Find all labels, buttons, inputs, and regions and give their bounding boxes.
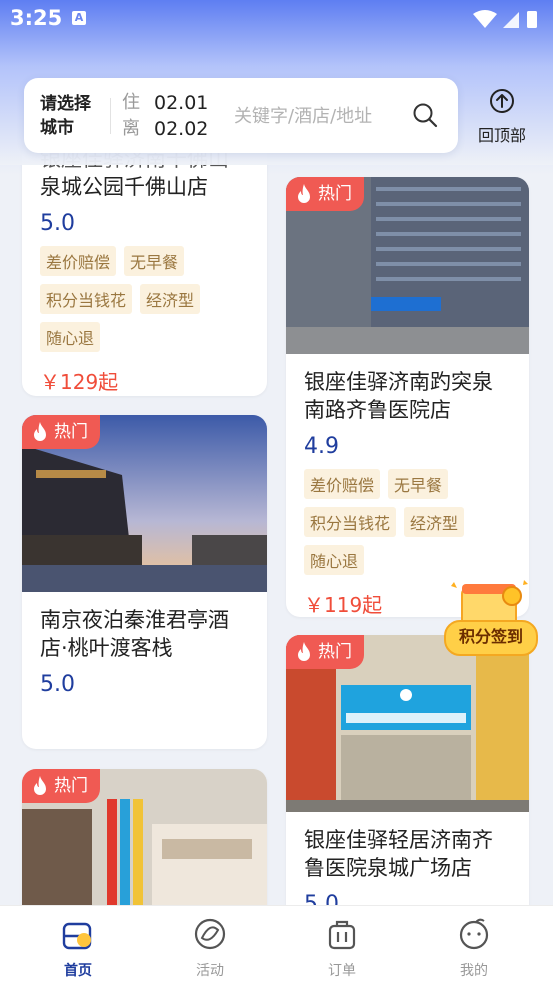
hot-badge: 热门: [286, 635, 364, 669]
tag: 经济型: [404, 507, 465, 537]
hotel-card[interactable]: 热门 南京夜泊秦淮君亭酒店·桃叶渡客栈 5.0: [22, 415, 267, 749]
points-signin-button[interactable]: 积分签到: [444, 620, 538, 656]
hotel-photo: 热门: [22, 415, 267, 592]
activity-icon: [194, 918, 226, 950]
tag: 差价赔偿: [40, 246, 117, 276]
profile-icon: [459, 918, 489, 950]
home-icon: [62, 922, 92, 950]
flame-icon: [34, 776, 46, 795]
tag: 无早餐: [124, 246, 185, 276]
checkin-label: 住: [122, 92, 140, 113]
city-selector[interactable]: 请选择城市: [40, 92, 100, 140]
status-time: 3:25: [10, 6, 63, 30]
divider: [110, 98, 111, 134]
tag: 随心退: [40, 322, 101, 352]
tab-label: 我的: [460, 963, 488, 979]
back-to-top-label: 回顶部: [477, 126, 526, 145]
tag: 经济型: [140, 284, 201, 314]
status-bar: 3:25 A: [0, 0, 553, 38]
hotel-photo: 热门: [22, 769, 267, 905]
hotel-score: 4.9: [304, 434, 339, 459]
tag: 积分当钱花: [304, 507, 397, 537]
arrow-up-circle-icon: [490, 89, 514, 113]
hot-badge: 热门: [286, 177, 364, 211]
hotel-score: 5.0: [304, 892, 339, 905]
hotel-tags: 差价赔偿 无早餐 积分当钱花 经济型 随心退: [22, 246, 267, 352]
hotel-card[interactable]: 热门: [22, 769, 267, 905]
hot-badge: 热门: [22, 769, 100, 803]
hotel-title: 银座佳驿轻居济南齐鲁医院泉城广场店: [304, 828, 493, 880]
hotel-title: 银座佳驿济南趵突泉南路齐鲁医院店: [304, 370, 493, 422]
hotel-card[interactable]: 银座佳驿济南千佛山 泉城公园千佛山店 5.0 差价赔偿 无早餐 积分当钱花 经济…: [22, 140, 267, 396]
status-icons: [473, 10, 537, 28]
tag: 无早餐: [388, 469, 449, 499]
hot-badge-label: 热门: [54, 776, 88, 796]
hot-badge: 热门: [22, 415, 100, 449]
hotel-price: ￥129起: [40, 370, 119, 394]
tab-home[interactable]: 首页: [33, 916, 123, 980]
checkout-label: 离: [122, 118, 140, 139]
flame-icon: [34, 422, 46, 441]
tab-orders[interactable]: 订单: [297, 916, 387, 980]
hotel-title: 南京夜泊秦淮君亭酒店·桃叶渡客栈: [40, 608, 229, 660]
checkout-date: 02.02: [154, 118, 209, 140]
hot-badge-label: 热门: [54, 422, 88, 442]
checkin-date: 02.01: [154, 92, 209, 114]
hot-badge-label: 热门: [318, 642, 352, 662]
hotel-photo: 热门: [286, 177, 529, 354]
hot-badge-label: 热门: [318, 184, 352, 204]
hotel-score: 5.0: [40, 211, 75, 236]
tag: 积分当钱花: [40, 284, 133, 314]
tag: 差价赔偿: [304, 469, 381, 499]
tab-profile[interactable]: 我的: [429, 916, 519, 980]
flame-icon: [298, 642, 310, 661]
notification-icon: A: [72, 11, 86, 25]
flame-icon: [298, 184, 310, 203]
tab-activity[interactable]: 活动: [165, 916, 255, 980]
search-bar: 请选择城市 住 02.01 离 02.02 关键字/酒店/地址: [24, 78, 458, 153]
date-selector[interactable]: 住 02.01 离 02.02: [122, 90, 208, 142]
tab-label: 活动: [196, 963, 224, 979]
order-icon: [328, 920, 356, 950]
back-to-top-button[interactable]: 回顶部: [470, 88, 534, 146]
hotel-tags: 差价赔偿 无早餐 积分当钱花 经济型 随心退: [286, 469, 529, 575]
hotel-card[interactable]: 热门 银座佳驿济南趵突泉南路齐鲁医院店 4.9 差价赔偿 无早餐 积分当钱花 经…: [286, 177, 529, 617]
tab-label: 订单: [328, 963, 356, 979]
bottom-tab-bar: 首页 活动 订单 我的: [0, 905, 553, 985]
hotel-score: 5.0: [40, 672, 75, 697]
tab-label: 首页: [64, 963, 92, 979]
tag: 随心退: [304, 545, 365, 575]
search-icon[interactable]: [412, 102, 438, 128]
hotel-title: 泉城公园千佛山店: [40, 175, 208, 199]
hotel-card[interactable]: 热门 银座佳驿轻居济南齐鲁医院泉城广场店 5.0: [286, 635, 529, 905]
keyword-search-input[interactable]: 关键字/酒店/地址: [234, 102, 372, 128]
